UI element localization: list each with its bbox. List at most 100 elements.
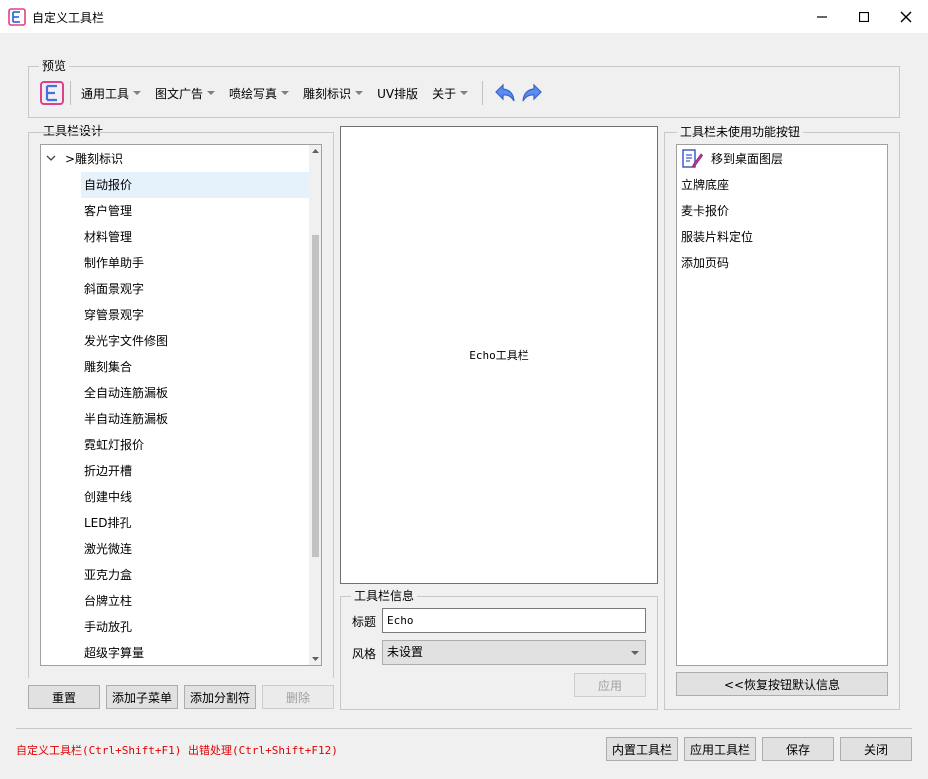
undo-arrow-icon[interactable] [493, 81, 517, 105]
preview-separator [70, 81, 71, 105]
tree-item-label: 全自动连筋漏板 [84, 386, 169, 400]
tree-item-label: 半自动连筋漏板 [84, 412, 169, 426]
tree-item[interactable]: 亚克力盒 [81, 562, 309, 588]
preview-menu-spray-print[interactable]: 喷绘写真 [229, 85, 290, 102]
tree-item[interactable]: 穿管景观字 [81, 302, 309, 328]
redo-arrow-icon[interactable] [520, 81, 544, 105]
tree-item-label: 雕刻集合 [84, 360, 133, 374]
tree-item-label: 创建中线 [84, 490, 133, 504]
menu-label: 图文广告 [155, 86, 204, 101]
toolbar-canvas[interactable]: Echo工具栏 [340, 126, 658, 584]
unused-item-mica-quote[interactable]: 麦卡报价 [681, 198, 729, 224]
title-bar: 自定义工具栏 [0, 0, 928, 33]
tree-item[interactable]: 全自动连筋漏板 [81, 380, 309, 406]
maximize-button[interactable] [842, 0, 886, 33]
chevron-down-icon[interactable] [46, 155, 56, 163]
preview-menu-about[interactable]: 关于 [432, 85, 469, 102]
tree-item[interactable]: 激光微连 [81, 536, 309, 562]
tree-root-node[interactable]: >雕刻标识 [41, 146, 309, 172]
tree-item[interactable]: 超级字算量 [81, 640, 309, 665]
unused-item-label: 立牌底座 [681, 178, 730, 192]
preview-menu-engraving[interactable]: 雕刻标识 [303, 85, 364, 102]
save-button[interactable]: 保存 [762, 737, 834, 761]
style-select-value: 未设置 [387, 645, 424, 659]
close-button[interactable]: 关闭 [840, 737, 912, 761]
unused-item-label: 麦卡报价 [681, 204, 730, 218]
unused-item-label: 移到桌面图层 [711, 152, 784, 166]
menu-label: UV排版 [377, 86, 419, 101]
reset-button[interactable]: 重置 [28, 685, 100, 709]
tree-item[interactable]: 制作单助手 [81, 250, 309, 276]
unused-item-add-page-number[interactable]: 添加页码 [681, 250, 729, 276]
title-label: 标题 [352, 615, 377, 629]
title-input[interactable]: Echo [382, 608, 646, 633]
builtin-toolbar-button[interactable]: 内置工具栏 [606, 737, 678, 761]
tree-item-label: 激光微连 [84, 542, 133, 556]
tree-item[interactable]: 霓虹灯报价 [81, 432, 309, 458]
tree-item-label: 穿管景观字 [84, 308, 145, 322]
apply-toolbar-button[interactable]: 应用工具栏 [684, 737, 756, 761]
minimize-icon [817, 15, 827, 18]
menu-label: 雕刻标识 [303, 86, 352, 101]
tree-item-label: 亚克力盒 [84, 568, 133, 582]
scroll-up-icon[interactable] [309, 145, 322, 157]
scroll-down-icon[interactable] [309, 653, 322, 665]
tree-item[interactable]: 创建中线 [81, 484, 309, 510]
tree-item[interactable]: 雕刻集合 [81, 354, 309, 380]
tree-item[interactable]: 半自动连筋漏板 [81, 406, 309, 432]
dropdown-caret-icon [207, 91, 216, 95]
dropdown-caret-icon [133, 91, 142, 95]
close-window-button[interactable] [884, 0, 928, 33]
menu-label: 喷绘写真 [229, 86, 278, 101]
preview-menu-general[interactable]: 通用工具 [81, 85, 142, 102]
tree-item-label: 斜面景观字 [84, 282, 145, 296]
info-legend: 工具栏信息 [351, 589, 418, 603]
tree-item[interactable]: 自动报价 [81, 172, 309, 198]
preview-legend: 预览 [39, 59, 70, 73]
style-select[interactable]: 未设置 [382, 640, 646, 665]
unused-list[interactable]: 移到桌面图层 立牌底座 麦卡报价 服装片料定位 添加页码 [676, 144, 888, 666]
edit-document-icon [682, 149, 703, 168]
preview-menu-graphic-ads[interactable]: 图文广告 [155, 85, 216, 102]
unused-item-move-to-desktop[interactable]: 移到桌面图层 [681, 146, 885, 172]
unused-item-sign-base[interactable]: 立牌底座 [681, 172, 729, 198]
unused-item-label: 添加页码 [681, 256, 730, 270]
tree-item-label: 发光字文件修图 [84, 334, 169, 348]
delete-button[interactable]: 删除 [262, 685, 334, 709]
tree-item[interactable]: 客户管理 [81, 198, 309, 224]
unused-item-label: 服装片料定位 [681, 230, 754, 244]
tree-item[interactable]: 发光字文件修图 [81, 328, 309, 354]
restore-defaults-button[interactable]: <<恢复按钮默认信息 [676, 672, 888, 696]
designer-tree[interactable]: >雕刻标识 自动报价客户管理材料管理制作单助手斜面景观字穿管景观字发光字文件修图… [40, 144, 322, 666]
style-label: 风格 [352, 647, 377, 661]
tree-scrollbar[interactable] [309, 145, 322, 665]
window-title: 自定义工具栏 [32, 11, 105, 25]
tree-item[interactable]: LED排孔 [81, 510, 309, 536]
menu-label: 通用工具 [81, 86, 130, 101]
menu-label: 关于 [432, 86, 457, 101]
tree-item-label: 制作单助手 [84, 256, 145, 270]
tree-item[interactable]: 台牌立柱 [81, 588, 309, 614]
tree-item[interactable]: 材料管理 [81, 224, 309, 250]
app-logo-icon [8, 8, 26, 26]
app-logo-icon [40, 81, 64, 105]
add-separator-button[interactable]: 添加分割符 [184, 685, 256, 709]
tree-item-label: 客户管理 [84, 204, 133, 218]
tree-root-label: >雕刻标识 [65, 152, 124, 166]
minimize-button[interactable] [800, 0, 844, 33]
tree-item[interactable]: 斜面景观字 [81, 276, 309, 302]
tree-item-label: 超级字算量 [84, 646, 145, 660]
tree-item-label: 折边开槽 [84, 464, 133, 478]
apply-button[interactable]: 应用 [574, 673, 646, 697]
shortcut-hint: 自定义工具栏(Ctrl+Shift+F1) 出错处理(Ctrl+Shift+F1… [16, 744, 338, 757]
tree-item[interactable]: 手动放孔 [81, 614, 309, 640]
tree-item-label: 霓虹灯报价 [84, 438, 145, 452]
dropdown-caret-icon [281, 91, 290, 95]
preview-menu-uv-layout[interactable]: UV排版 [377, 85, 418, 102]
canvas-label: Echo工具栏 [469, 349, 529, 362]
unused-item-garment-positioning[interactable]: 服装片料定位 [681, 224, 753, 250]
add-submenu-button[interactable]: 添加子菜单 [106, 685, 178, 709]
preview-separator [482, 81, 484, 105]
tree-item[interactable]: 折边开槽 [81, 458, 309, 484]
scrollbar-thumb[interactable] [312, 235, 319, 557]
